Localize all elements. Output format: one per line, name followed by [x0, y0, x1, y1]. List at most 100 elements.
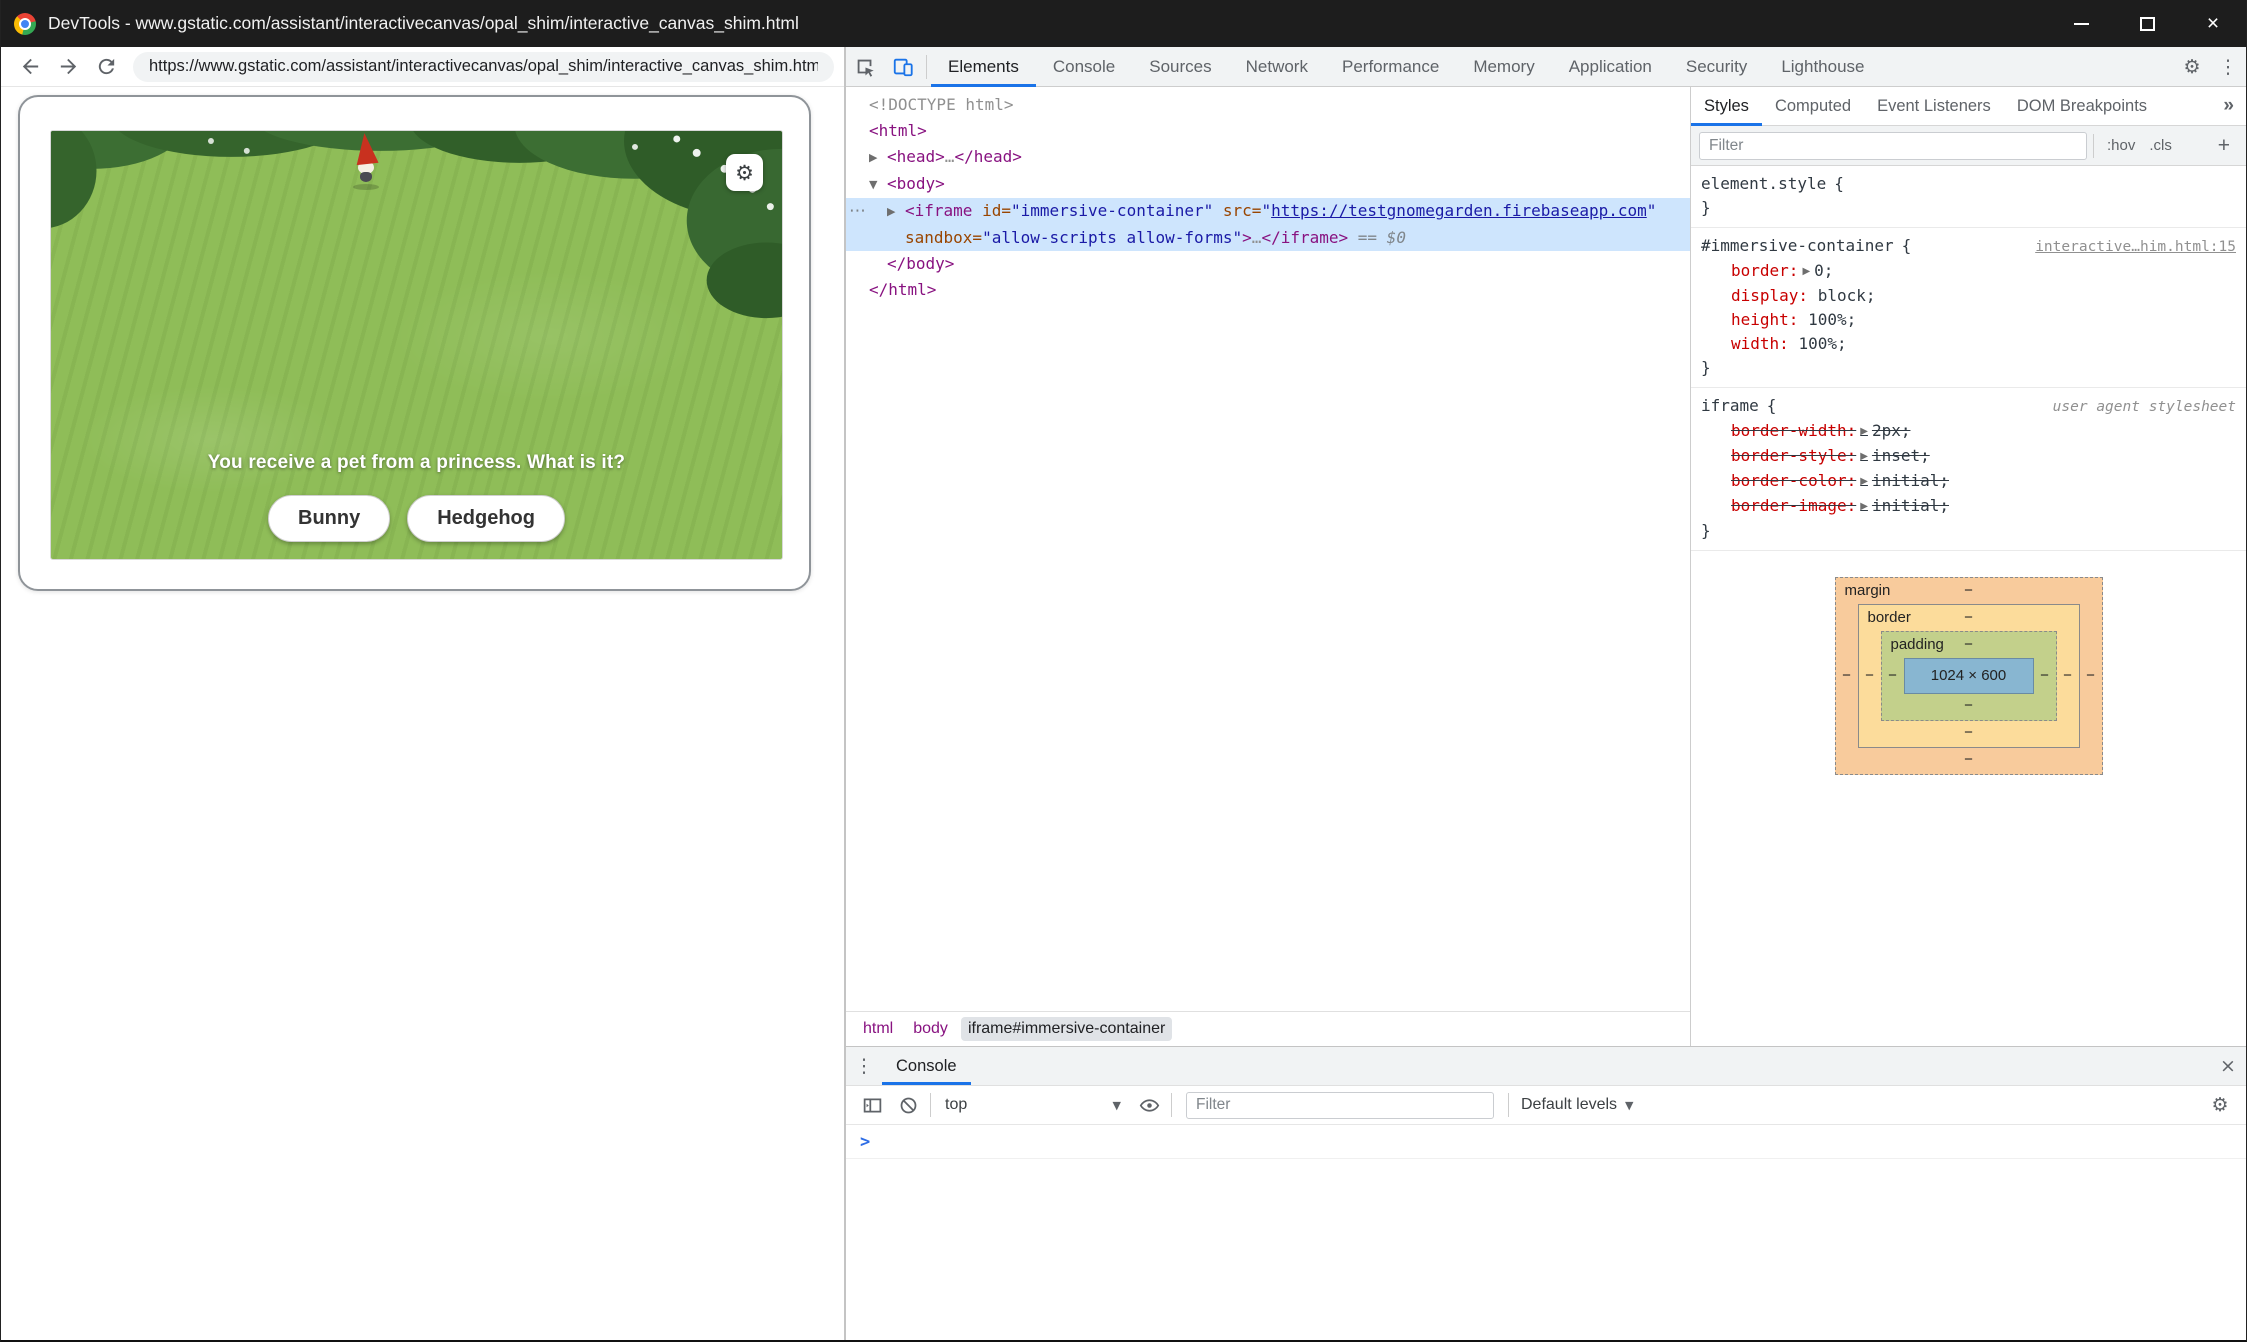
console-drawer: ⋮ Console × top▼: [846, 1046, 2246, 1340]
more-tabs-icon[interactable]: »: [2211, 95, 2246, 117]
reload-button[interactable]: [87, 50, 125, 84]
minimize-button[interactable]: [2048, 0, 2114, 47]
expand-arrow-icon[interactable]: ▶: [869, 145, 887, 171]
toggle-hover-state-button[interactable]: :hov: [2100, 137, 2142, 154]
styles-tabbar: Styles Computed Event Listeners DOM Brea…: [1691, 87, 2246, 126]
css-property-overridden[interactable]: border-color:▶initial;: [1701, 469, 2236, 494]
gnome-hat: [353, 132, 378, 165]
expand-shorthand-icon[interactable]: ▶: [1860, 501, 1868, 512]
breadcrumb-html[interactable]: html: [856, 1017, 900, 1041]
game-settings-button[interactable]: ⚙: [726, 154, 763, 191]
expand-shorthand-icon[interactable]: ▶: [1802, 266, 1810, 277]
close-icon: ×: [2207, 12, 2219, 36]
collapse-arrow-icon[interactable]: ▼: [869, 172, 887, 198]
expand-arrow-icon[interactable]: ▶: [887, 199, 905, 225]
maximize-button[interactable]: [2114, 0, 2180, 47]
console-settings-button[interactable]: ⚙: [2202, 1094, 2238, 1116]
stylesheet-source-link[interactable]: interactive…him.html:15: [2035, 235, 2236, 259]
css-property-overridden[interactable]: border-image:▶initial;: [1701, 494, 2236, 519]
css-property-overridden[interactable]: border-style:▶inset;: [1701, 444, 2236, 469]
console-filter-input[interactable]: [1186, 1092, 1494, 1119]
tab-dom-breakpoints[interactable]: DOM Breakpoints: [2004, 87, 2160, 126]
tab-event-listeners[interactable]: Event Listeners: [1864, 87, 2004, 126]
minimize-icon: [2074, 23, 2089, 25]
toggle-class-button[interactable]: .cls: [2142, 137, 2179, 154]
box-model-border[interactable]: border− − padding− − 1024 × 600: [1858, 604, 2080, 748]
devtools-tabbar: Elements Console Sources Network Perform…: [846, 47, 2246, 87]
tab-elements[interactable]: Elements: [931, 47, 1036, 87]
drawer-menu-button[interactable]: ⋮: [846, 1055, 882, 1077]
css-property[interactable]: display: block;: [1701, 284, 2236, 308]
css-property-overridden[interactable]: border-width:▶2px;: [1701, 419, 2236, 444]
divider: [1171, 1093, 1172, 1117]
clear-console-button[interactable]: [890, 1087, 926, 1123]
iframe-line-2[interactable]: sandbox="allow-scripts allow-forms">…</i…: [846, 225, 1690, 251]
dom-node-head[interactable]: ▶<head>…</head>: [846, 144, 1690, 171]
breadcrumb-body[interactable]: body: [906, 1017, 955, 1041]
rule-element-style[interactable]: element.style{ }: [1691, 166, 2246, 228]
tab-security[interactable]: Security: [1669, 47, 1764, 87]
console-sidebar-toggle-button[interactable]: [854, 1087, 890, 1123]
chrome-logo-icon: [14, 13, 36, 35]
tab-styles[interactable]: Styles: [1691, 87, 1762, 126]
more-actions-icon[interactable]: ⋯: [849, 198, 867, 224]
close-drawer-button[interactable]: ×: [2210, 1055, 2246, 1077]
box-model-padding[interactable]: padding− − 1024 × 600 − −: [1881, 631, 2057, 721]
back-button[interactable]: [11, 50, 49, 84]
dropdown-arrow-icon: ▼: [1625, 1099, 1633, 1112]
box-model-diagram[interactable]: margin− − border− − padding−: [1835, 577, 2103, 775]
execution-context-selector[interactable]: top▼: [935, 1096, 1131, 1114]
clear-console-icon: [898, 1095, 919, 1116]
rule-iframe-user-agent[interactable]: iframe{user agent stylesheet border-widt…: [1691, 388, 2246, 551]
tab-performance[interactable]: Performance: [1325, 47, 1456, 87]
css-property[interactable]: border:▶0;: [1701, 259, 2236, 284]
window-title: DevTools - www.gstatic.com/assistant/int…: [48, 13, 799, 34]
log-levels-dropdown[interactable]: Default levels▼: [1513, 1096, 1642, 1114]
url-bar[interactable]: [133, 52, 834, 82]
dom-node-body-open[interactable]: ▼<body>: [846, 171, 1690, 198]
css-property[interactable]: width: 100%;: [1701, 332, 2236, 356]
new-style-rule-button[interactable]: +: [2210, 134, 2238, 158]
tab-computed[interactable]: Computed: [1762, 87, 1864, 126]
game-screen: ⚙ You receive a pet from a princess. Wha…: [50, 130, 783, 560]
tab-memory[interactable]: Memory: [1456, 47, 1551, 87]
selector[interactable]: #immersive-container: [1701, 234, 1894, 258]
styles-filter-input[interactable]: [1699, 132, 2087, 160]
device-toolbar-button[interactable]: [884, 47, 922, 87]
live-expression-button[interactable]: [1131, 1087, 1167, 1123]
inspect-element-button[interactable]: [846, 47, 884, 87]
box-model-content-size[interactable]: 1024 × 600: [1904, 658, 2034, 694]
divider: [2093, 134, 2094, 158]
dom-node-iframe-selected[interactable]: ⋯ ▶<iframe id="immersive-container" src=…: [846, 198, 1690, 251]
tab-sources[interactable]: Sources: [1132, 47, 1228, 87]
console-toolbar: top▼ Default levels▼ ⚙: [846, 1085, 2246, 1125]
forward-button[interactable]: [49, 50, 87, 84]
tab-application[interactable]: Application: [1552, 47, 1669, 87]
iframe-line-1[interactable]: ▶<iframe id="immersive-container" src="h…: [846, 198, 1690, 225]
iframe-src-link[interactable]: https://testgnomegarden.firebaseapp.com: [1271, 201, 1647, 220]
dom-node-body-close[interactable]: </body>: [846, 251, 1690, 277]
console-prompt[interactable]: >: [846, 1125, 2246, 1159]
tab-console[interactable]: Console: [1036, 47, 1132, 87]
expand-shorthand-icon[interactable]: ▶: [1860, 426, 1868, 437]
bunny-button[interactable]: Bunny: [268, 495, 390, 542]
breadcrumb-iframe[interactable]: iframe#immersive-container: [961, 1017, 1172, 1041]
css-property[interactable]: height: 100%;: [1701, 308, 2236, 332]
selector[interactable]: iframe: [1701, 394, 1759, 418]
settings-button[interactable]: ⚙: [2174, 56, 2210, 78]
dom-node-html-close[interactable]: </html>: [846, 277, 1690, 303]
expand-shorthand-icon[interactable]: ▶: [1860, 476, 1868, 487]
expand-shorthand-icon[interactable]: ▶: [1860, 451, 1868, 462]
more-options-button[interactable]: ⋮: [2210, 56, 2246, 78]
tab-lighthouse[interactable]: Lighthouse: [1764, 47, 1881, 87]
rule-immersive-container[interactable]: #immersive-container{interactive…him.htm…: [1691, 228, 2246, 388]
hedgehog-button[interactable]: Hedgehog: [407, 495, 565, 542]
browser-navbar: [1, 47, 844, 87]
dom-node-html-open[interactable]: <html>: [846, 118, 1690, 144]
selector[interactable]: element.style: [1701, 172, 1826, 196]
tab-network[interactable]: Network: [1229, 47, 1325, 87]
url-input[interactable]: [133, 57, 834, 76]
close-button[interactable]: ×: [2180, 0, 2246, 47]
dom-node-doctype[interactable]: <!DOCTYPE html>: [846, 92, 1690, 118]
console-drawer-tab[interactable]: Console: [882, 1047, 971, 1085]
